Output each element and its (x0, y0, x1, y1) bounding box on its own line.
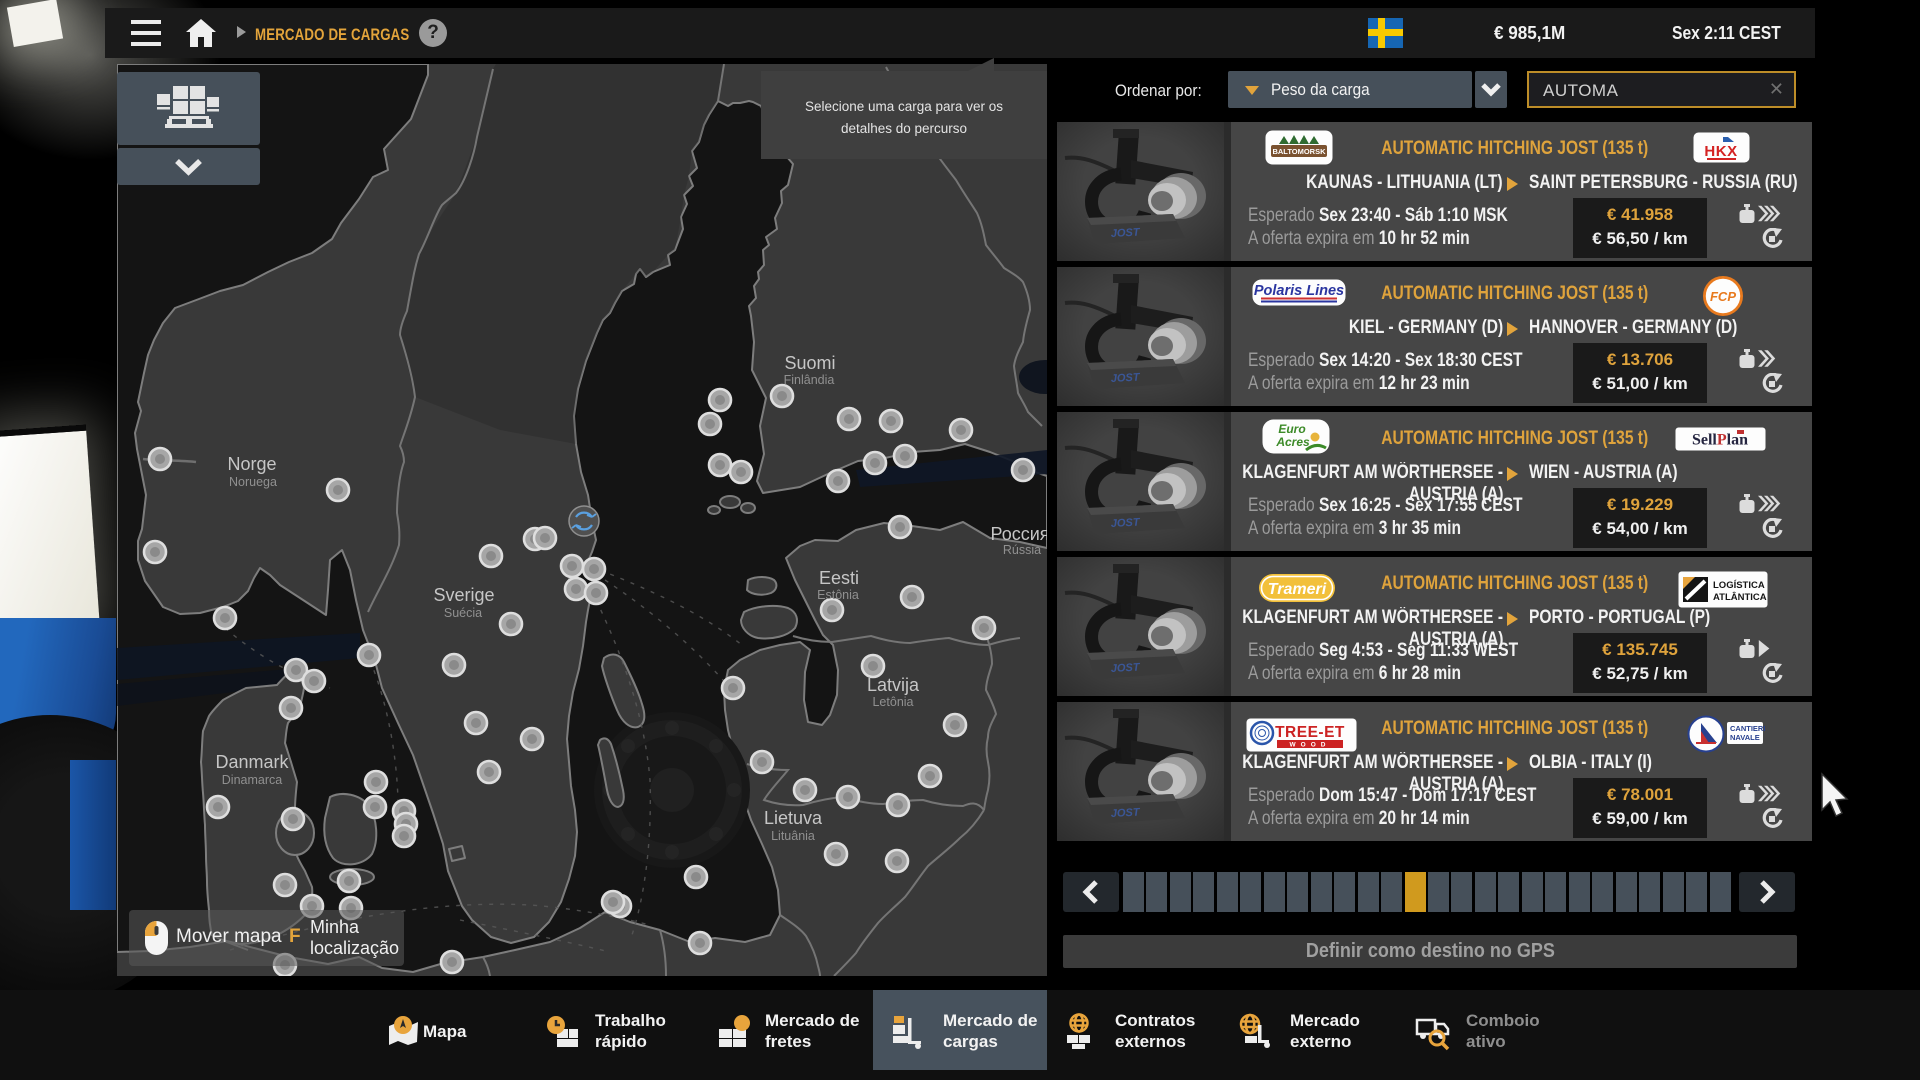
svg-text:Suécia: Suécia (444, 606, 482, 620)
svg-text:CANTIERE: CANTIERE (1730, 724, 1765, 733)
svg-text:Polaris Lines: Polaris Lines (1254, 283, 1344, 299)
svg-text:TREE-ET: TREE-ET (1275, 724, 1345, 741)
svg-text:Lietuva: Lietuva (764, 808, 823, 828)
svg-text:Acres: Acres (1275, 435, 1310, 449)
svg-text:Estônia: Estônia (817, 588, 859, 602)
svg-text:HKX: HKX (1704, 143, 1737, 160)
svg-text:Rússia: Rússia (1003, 543, 1041, 557)
svg-text:LOGÍSTICA: LOGÍSTICA (1713, 580, 1765, 591)
svg-text:Euro: Euro (1278, 422, 1305, 436)
svg-text:Noruega: Noruega (229, 475, 277, 489)
svg-text:Letônia: Letônia (872, 695, 913, 709)
svg-text:ATLÂNTICA: ATLÂNTICA (1713, 591, 1767, 603)
svg-text:WOOD: WOOD (1290, 742, 1331, 749)
svg-text:NAVALE: NAVALE (1730, 733, 1760, 742)
svg-text:Eesti: Eesti (819, 568, 859, 588)
svg-text:Sverige: Sverige (433, 585, 494, 605)
svg-text:Danmark: Danmark (215, 752, 289, 772)
svg-text:Россия: Россия (990, 524, 1049, 544)
svg-text:BALTOMORSK: BALTOMORSK (1272, 147, 1326, 156)
svg-text:Finlândia: Finlândia (784, 373, 835, 387)
svg-text:FCP: FCP (1710, 289, 1736, 304)
svg-text:Dinamarca: Dinamarca (222, 773, 282, 787)
svg-text:Norge: Norge (227, 454, 276, 474)
svg-text:Latvija: Latvija (867, 675, 920, 695)
svg-text:Lituânia: Lituânia (771, 829, 815, 843)
svg-text:Trameri: Trameri (1268, 581, 1327, 598)
svg-text:SellPlan: SellPlan (1692, 432, 1748, 449)
svg-text:Suomi: Suomi (784, 353, 835, 373)
